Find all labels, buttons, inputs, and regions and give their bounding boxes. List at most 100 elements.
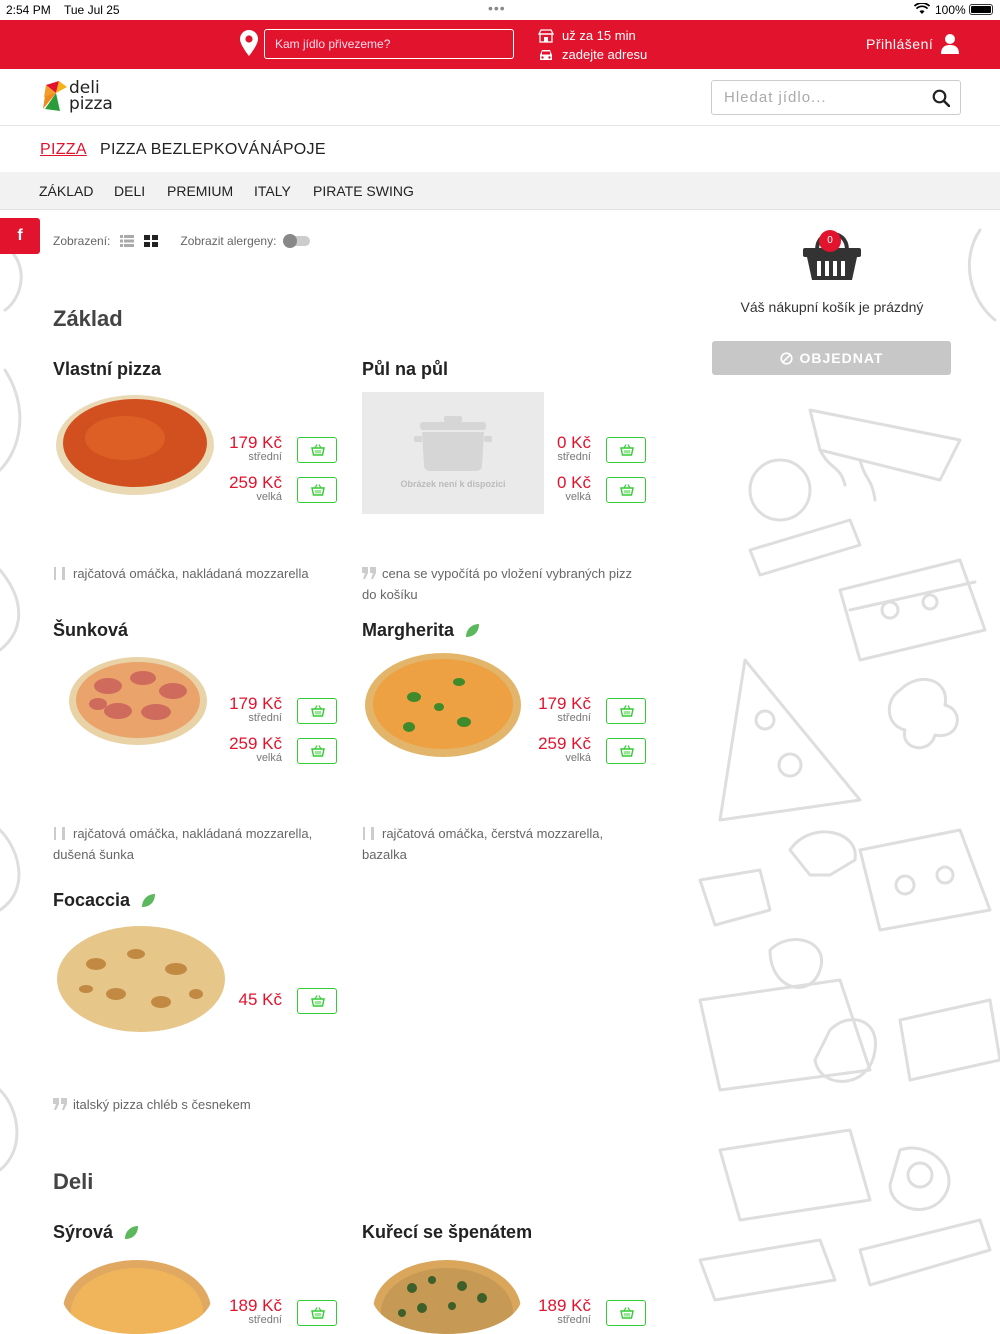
product-name-focaccia: Focaccia	[53, 890, 156, 911]
status-time: 2:54 PM	[6, 3, 51, 17]
food-search	[711, 80, 961, 115]
section-title-deli: Deli	[53, 1169, 94, 1194]
quote-icon	[362, 567, 376, 579]
battery-icon	[969, 4, 993, 15]
logo-slice-icon	[43, 81, 67, 111]
price-pulnapul-large: 0 Kč velká	[556, 473, 591, 503]
subcategory-nav: ZÁKLAD DELI PREMIUM ITALY PIRATE SWING	[0, 172, 1000, 210]
site-header: deli pizza	[0, 69, 1000, 126]
list-view-icon[interactable]	[120, 235, 135, 247]
allergen-label: Zobrazit alergeny:	[180, 234, 277, 248]
add-to-cart-margherita-medium[interactable]	[606, 698, 646, 724]
description-vlastni: rajčatová omáčka, nakládaná mozzarella	[53, 563, 343, 584]
deli-pizza-logo[interactable]: deli pizza	[42, 79, 122, 117]
price-margherita-large: 259 Kč velká	[538, 734, 591, 764]
login-button[interactable]: Přihlášení	[866, 34, 960, 54]
status-date: Tue Jul 25	[64, 3, 120, 17]
product-name-margherita: Margherita	[362, 620, 480, 641]
facebook-share-button[interactable]: f	[0, 218, 40, 254]
basket-icon	[311, 1307, 325, 1319]
logo-text: deli pizza	[69, 78, 113, 114]
view-label: Zobrazení:	[53, 234, 111, 248]
nav-napoje[interactable]: NÁPOJE	[260, 141, 326, 159]
basket-count-badge: 0	[819, 230, 841, 252]
basket-empty-message: Váš nákupní košík je prázdný	[740, 299, 924, 315]
store-icon	[538, 28, 554, 43]
pizza-image-sunkova[interactable]	[68, 656, 208, 746]
grid-view-icon[interactable]	[144, 235, 159, 247]
section-title-zaklad: Základ	[53, 306, 123, 331]
pizza-image-kureci[interactable]	[372, 1258, 522, 1334]
basket-icon	[620, 1307, 634, 1319]
basket-icon	[311, 705, 325, 717]
subnav-italy[interactable]: ITALY	[254, 183, 291, 199]
fork-knife-icon	[363, 827, 374, 840]
ban-icon	[779, 351, 793, 365]
nav-pizza[interactable]: PIZZA	[40, 141, 87, 159]
pizza-image-margherita[interactable]	[364, 652, 522, 758]
pizza-image-syrova[interactable]	[62, 1258, 212, 1334]
search-icon[interactable]	[932, 89, 950, 107]
vegetarian-leaf-icon	[466, 623, 480, 637]
price-kureci-medium: 189 Kč střední	[538, 1296, 591, 1326]
price-margherita-medium: 179 Kč střední	[538, 694, 591, 724]
product-name-sunkova: Šunková	[53, 620, 129, 640]
delivery-bar: už za 15 min zadejte adresu Přihlášení	[0, 20, 1000, 69]
basket-icon	[311, 745, 325, 757]
order-button[interactable]: OBJEDNAT	[712, 341, 951, 375]
subnav-premium[interactable]: PREMIUM	[167, 183, 233, 199]
battery-percent: 100%	[935, 3, 966, 17]
pizza-image-focaccia[interactable]	[56, 924, 226, 1034]
order-label: OBJEDNAT	[799, 350, 884, 366]
add-to-cart-sunkova-large[interactable]	[297, 738, 337, 764]
price-sunkova-large: 259 Kč velká	[229, 734, 282, 764]
quote-icon	[53, 1098, 67, 1110]
add-to-cart-vlastni-large[interactable]	[297, 477, 337, 503]
product-name-syrova: Sýrová	[53, 1222, 139, 1243]
delivery-time: už za 15 min	[562, 28, 636, 43]
delivery-address-prompt[interactable]: zadejte adresu	[562, 45, 647, 64]
subnav-deli[interactable]: DELI	[114, 183, 145, 199]
description-focaccia: italský pizza chléb s česnekem	[53, 1094, 353, 1115]
subnav-zaklad[interactable]: ZÁKLAD	[39, 183, 93, 199]
basket-icon	[620, 444, 634, 456]
address-input[interactable]	[264, 29, 514, 59]
add-to-cart-focaccia[interactable]	[297, 988, 337, 1014]
pizza-image-vlastni[interactable]	[55, 393, 215, 497]
food-search-input[interactable]	[712, 81, 922, 114]
car-icon	[540, 49, 552, 60]
add-to-cart-pulnapul-medium[interactable]	[606, 437, 646, 463]
add-to-cart-kureci-medium[interactable]	[606, 1300, 646, 1326]
subnav-pirate-swing[interactable]: PIRATE SWING	[313, 183, 414, 199]
add-to-cart-margherita-large[interactable]	[606, 738, 646, 764]
price-vlastni-large: 259 Kč velká	[229, 473, 282, 503]
product-name-vlastni-pizza: Vlastní pizza	[53, 359, 162, 379]
add-to-cart-syrova-medium[interactable]	[297, 1300, 337, 1326]
basket-icon	[620, 484, 634, 496]
multitasking-dots[interactable]: •••	[488, 0, 506, 16]
product-name-kureci-se-spenatem: Kuřecí se špenátem	[362, 1222, 533, 1242]
price-sunkova-medium: 179 Kč střední	[229, 694, 282, 724]
basket-icon	[311, 444, 325, 456]
basket-icon	[311, 995, 325, 1007]
price-syrova-medium: 189 Kč střední	[229, 1296, 282, 1326]
add-to-cart-vlastni-medium[interactable]	[297, 437, 337, 463]
basket-icon	[620, 745, 634, 757]
price-focaccia: 45 Kč	[238, 990, 282, 1009]
cooking-pot-icon	[414, 416, 492, 471]
product-name-pul-na-pul: Půl na půl	[362, 359, 449, 379]
price-vlastni-medium: 179 Kč střední	[229, 433, 282, 463]
allergen-toggle[interactable]	[283, 234, 311, 248]
add-to-cart-sunkova-medium[interactable]	[297, 698, 337, 724]
nav-pizza-bezlepkova[interactable]: PIZZA BEZLEPKOVÁ	[100, 141, 260, 159]
price-pulnapul-medium: 0 Kč střední	[556, 433, 591, 463]
no-image-text: Obrázek není k dispozici	[400, 479, 506, 489]
add-to-cart-pulnapul-large[interactable]	[606, 477, 646, 503]
view-options: Zobrazení: Zobrazit alergeny:	[53, 234, 311, 248]
location-pin-icon[interactable]	[240, 30, 258, 56]
fork-knife-icon	[54, 827, 65, 840]
description-pulnapul: cena se vypočítá po vložení vybraných pi…	[362, 566, 633, 602]
delivery-info: už za 15 min zadejte adresu	[538, 26, 647, 64]
ios-status-bar: 2:54 PM Tue Jul 25 ••• 100%	[0, 0, 1000, 20]
no-image-placeholder: Obrázek není k dispozici	[362, 392, 544, 514]
